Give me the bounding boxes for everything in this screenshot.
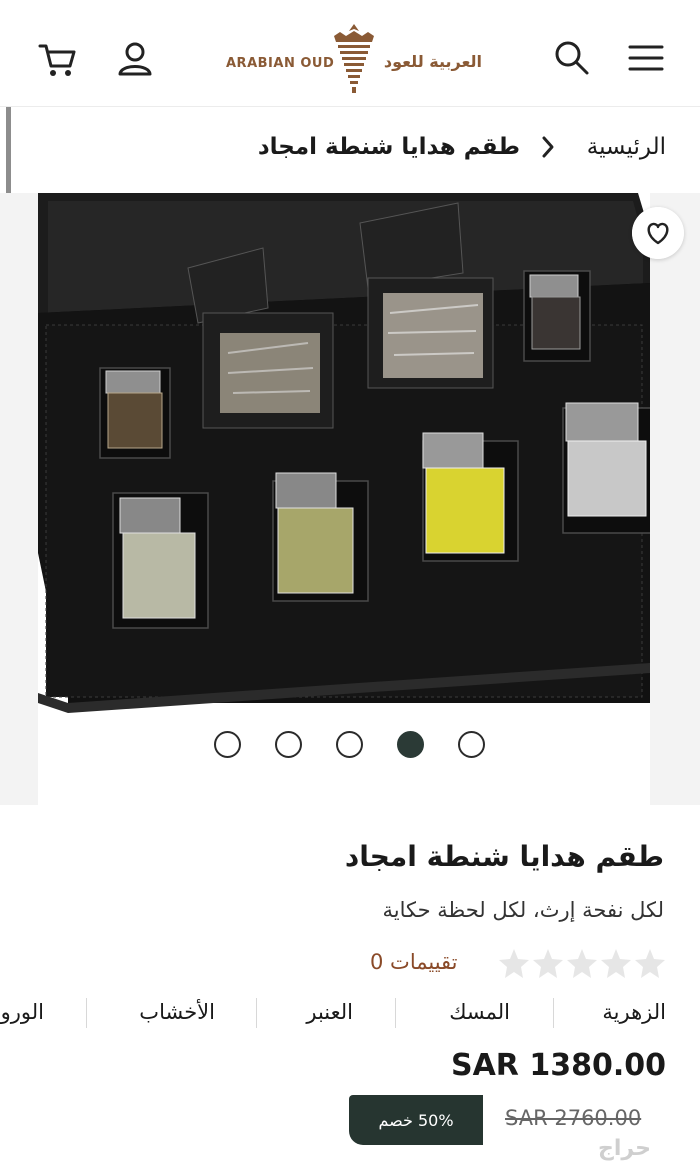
note-item[interactable]: الورو xyxy=(1,1000,44,1024)
breadcrumb-current: طقم هدايا شنطة امجاد xyxy=(257,134,520,160)
star-icon xyxy=(601,949,631,978)
product-image[interactable] xyxy=(38,193,650,805)
note-item[interactable]: المسك xyxy=(449,1000,510,1024)
cart-icon[interactable] xyxy=(38,40,78,80)
slide-dot-1[interactable] xyxy=(214,731,241,758)
note-divider xyxy=(256,998,257,1028)
slide-dot-3[interactable] xyxy=(336,731,363,758)
star-icon xyxy=(533,949,563,978)
note-item[interactable]: الأخشاب xyxy=(139,1000,215,1024)
gallery-pagination xyxy=(214,731,490,763)
search-icon[interactable] xyxy=(554,40,590,76)
breadcrumb: الرئيسية طقم هدايا شنطة امجاد xyxy=(0,106,700,192)
star-icon xyxy=(567,949,597,978)
note-item[interactable]: الزهرية xyxy=(602,1000,666,1024)
slide-dot-4-active[interactable] xyxy=(397,731,424,758)
gift-case-illustration xyxy=(38,193,650,713)
note-divider xyxy=(86,998,87,1028)
product-price: SAR 1380.00 xyxy=(450,1048,666,1083)
favorite-heart-icon[interactable] xyxy=(632,207,684,259)
site-header: ARABIAN OUD العربية للعود xyxy=(0,0,700,107)
slide-dot-5[interactable] xyxy=(458,731,485,758)
menu-icon[interactable] xyxy=(628,44,664,72)
rating-stars xyxy=(499,949,665,978)
user-icon[interactable] xyxy=(116,40,154,78)
fragrance-notes: الزهرية المسك العنبر الأخشاب الورو xyxy=(0,994,700,1036)
slide-dot-2[interactable] xyxy=(275,731,302,758)
watermark: حراج xyxy=(598,1136,651,1161)
note-item[interactable]: العنبر xyxy=(306,1000,353,1024)
star-icon xyxy=(499,949,529,978)
logo-text-ar: العربية للعود xyxy=(383,52,482,71)
ratings-count[interactable]: تقييمات 0 xyxy=(370,950,458,974)
discount-badge: 50% خصم xyxy=(349,1095,483,1145)
star-icon xyxy=(635,949,665,978)
brand-logo[interactable]: ARABIAN OUD العربية للعود xyxy=(222,22,484,96)
original-price: SAR 2760.00 xyxy=(505,1106,642,1130)
breadcrumb-home-link[interactable]: الرئيسية xyxy=(587,134,666,160)
product-gallery[interactable] xyxy=(0,193,700,805)
chevron-left-icon xyxy=(542,136,554,158)
product-tagline: لكل نفحة إرث، لكل لحظة حكاية xyxy=(382,898,664,922)
note-divider xyxy=(553,998,554,1028)
logo-text-en: ARABIAN OUD xyxy=(226,56,335,71)
logo-mark-icon xyxy=(334,24,374,93)
product-title: طقم هدايا شنطة امجاد xyxy=(344,840,664,873)
note-divider xyxy=(395,998,396,1028)
